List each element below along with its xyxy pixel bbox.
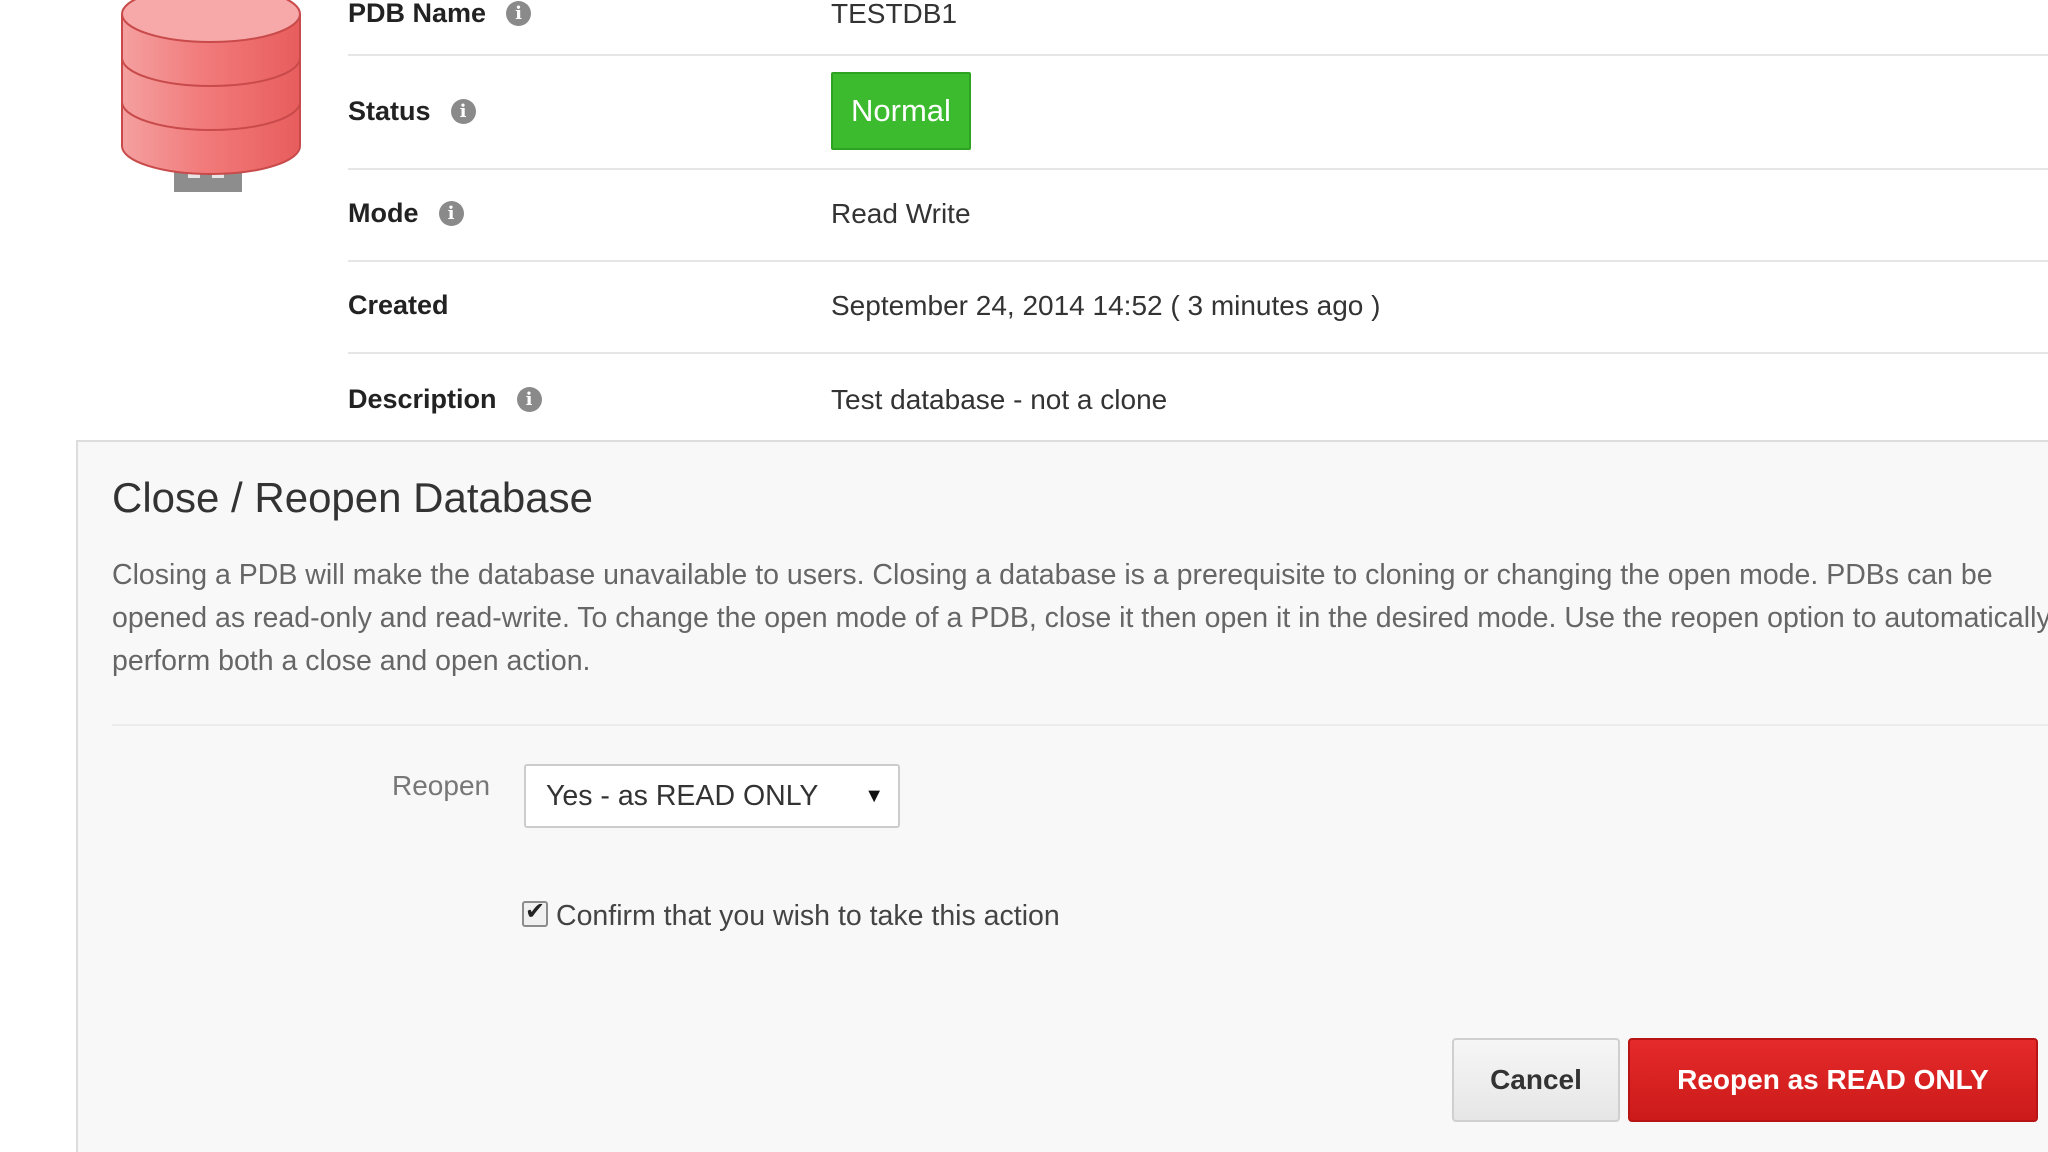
status-badge: Normal (831, 72, 971, 150)
database-icon (121, 0, 301, 192)
detail-row-status: Status i Normal (348, 56, 2048, 170)
detail-row-mode: Mode i Read Write (348, 170, 2048, 262)
created-value: September 24, 2014 14:52 ( 3 minutes ago… (831, 290, 1381, 321)
created-label: Created (348, 290, 449, 320)
cancel-button[interactable]: Cancel (1452, 1038, 1620, 1122)
detail-row-created: Created September 24, 2014 14:52 ( 3 min… (348, 262, 2048, 354)
mode-label: Mode (348, 198, 419, 228)
reopen-select-value: Yes - as READ ONLY (546, 780, 819, 812)
info-icon[interactable]: i (450, 99, 476, 124)
divider (112, 724, 2048, 726)
info-icon[interactable]: i (516, 387, 542, 412)
description-value: Test database - not a clone (831, 384, 1168, 415)
description-label: Description (348, 384, 497, 414)
pdb-details-table: PDB Name i TESTDB1 Status i Normal Mode … (348, 0, 2048, 446)
info-icon[interactable]: i (506, 1, 532, 26)
reopen-read-only-button[interactable]: Reopen as READ ONLY (1628, 1038, 2038, 1122)
confirm-checkbox[interactable]: ✔ (522, 897, 548, 927)
close-reopen-panel: Close / Reopen Database Closing a PDB wi… (76, 440, 2048, 1152)
mode-value: Read Write (831, 198, 971, 229)
detail-row-description: Description i Test database - not a clon… (348, 354, 2048, 446)
panel-title: Close / Reopen Database (112, 474, 593, 521)
status-label: Status (348, 96, 431, 126)
pdb-name-value: TESTDB1 (831, 0, 958, 29)
confirm-label[interactable]: Confirm that you wish to take this actio… (556, 900, 1060, 933)
reopen-label: Reopen (392, 770, 491, 801)
panel-description: Closing a PDB will make the database una… (112, 559, 2048, 677)
checkmark-icon: ✔ (525, 897, 546, 925)
info-icon[interactable]: i (438, 201, 464, 226)
reopen-select[interactable]: Yes - as READ ONLY ▼ (524, 764, 900, 828)
pdb-name-label: PDB Name (348, 0, 487, 28)
chevron-down-icon: ▼ (864, 785, 884, 807)
detail-row-pdb-name: PDB Name i TESTDB1 (348, 0, 2048, 56)
pdb-details-page: PDB Name i TESTDB1 Status i Normal Mode … (0, 0, 2048, 1152)
confirm-row: ✔ Confirm that you wish to take this act… (522, 897, 1060, 933)
